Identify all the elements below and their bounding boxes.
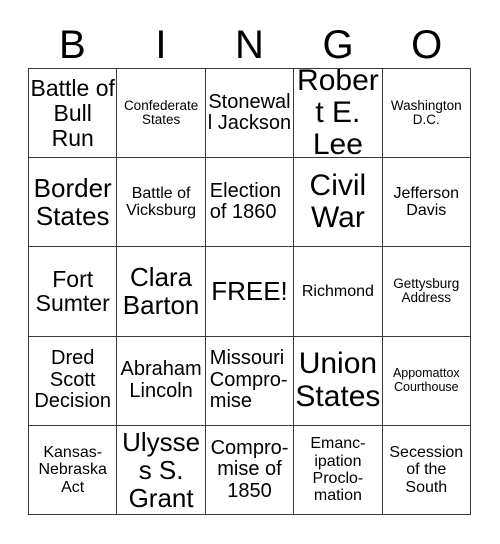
bingo-cell[interactable]: Abraham Lincoln bbox=[117, 336, 206, 426]
bingo-header: B I N G O bbox=[28, 22, 471, 68]
bingo-header-letter-b: B bbox=[58, 23, 86, 67]
bingo-cell[interactable]: Election of 1860 bbox=[205, 158, 295, 248]
bingo-grid: Battle of Bull Run Confederate States Ston… bbox=[28, 68, 471, 515]
bingo-cell-label: Emanc- ipation Proclo- mation bbox=[310, 435, 366, 505]
bingo-cell[interactable]: Emanc- ipation Proclo- mation bbox=[294, 425, 383, 515]
bingo-cell-label: Kansas- Nebraska Act bbox=[38, 443, 107, 496]
bingo-cell-free[interactable]: FREE! bbox=[205, 247, 295, 337]
bingo-cell[interactable]: Stonewall Jackson bbox=[205, 69, 295, 159]
bingo-cell-label: Union States bbox=[295, 347, 381, 413]
bingo-cell-label: Battle of Bull Run bbox=[30, 74, 115, 151]
bingo-cell-label: Stonewall Jackson bbox=[207, 90, 292, 135]
bingo-cell-label: Jefferson Davis bbox=[393, 185, 460, 220]
bingo-cell-label: Dred Scott Decision bbox=[34, 347, 112, 413]
bingo-cell-label: Abraham Lincoln bbox=[120, 358, 202, 402]
bingo-cell[interactable]: Dred Scott Decision bbox=[29, 336, 118, 426]
bingo-cell[interactable]: Kansas- Nebraska Act bbox=[29, 425, 118, 515]
bingo-cell-label: Confederate States bbox=[123, 97, 199, 128]
bingo-cell[interactable]: Fort Sumter bbox=[29, 247, 118, 337]
bingo-cell-label: Battle of Vicksburg bbox=[126, 185, 197, 220]
bingo-cell-label: Appomattox Courthouse bbox=[392, 366, 460, 394]
bingo-cell[interactable]: Civil War bbox=[294, 158, 383, 248]
bingo-cell[interactable]: Missouri Compro- mise bbox=[205, 336, 295, 426]
bingo-cell[interactable]: Compro- mise of 1850 bbox=[205, 425, 295, 515]
bingo-cell[interactable]: Border States bbox=[29, 158, 118, 248]
bingo-cell[interactable]: Appomattox Courthouse bbox=[382, 336, 471, 426]
bingo-cell-label: Fort Sumter bbox=[35, 265, 110, 317]
bingo-cell-label: Compro- mise of 1850 bbox=[210, 436, 289, 502]
bingo-cell[interactable]: Ulysses S. Grant bbox=[117, 425, 206, 515]
bingo-cell[interactable]: Richmond bbox=[294, 247, 383, 337]
bingo-cell[interactable]: Gettysburg Address bbox=[382, 247, 471, 337]
bingo-cell-label: Election of 1860 bbox=[209, 179, 281, 224]
bingo-cell-label: Richmond bbox=[301, 282, 374, 300]
bingo-cell-label: Gettysburg Address bbox=[393, 275, 460, 306]
bingo-cell-label: Ulysses S. Grant bbox=[122, 426, 201, 513]
bingo-cell[interactable]: Jefferson Davis bbox=[382, 158, 471, 248]
bingo-cell-label: Washington D.C. bbox=[390, 97, 462, 128]
bingo-cell[interactable]: Union States bbox=[294, 336, 383, 426]
bingo-cell-label: FREE! bbox=[211, 276, 288, 307]
bingo-header-letter-n: N bbox=[235, 23, 264, 67]
bingo-header-letter-i: I bbox=[155, 23, 167, 67]
bingo-cell[interactable]: Battle of Bull Run bbox=[29, 69, 118, 159]
bingo-cell[interactable]: Secession of the South bbox=[382, 425, 471, 515]
bingo-header-letter-o: O bbox=[411, 23, 443, 67]
bingo-cell-label: Robert E. Lee bbox=[297, 69, 379, 159]
bingo-cell[interactable]: Battle of Vicksburg bbox=[117, 158, 206, 248]
bingo-cell-label: Missouri Compro- mise bbox=[209, 347, 288, 413]
bingo-cell[interactable]: Clara Barton bbox=[117, 247, 206, 337]
bingo-cell-label: Border States bbox=[33, 173, 112, 232]
bingo-cell[interactable]: Confederate States bbox=[117, 69, 206, 159]
bingo-cell[interactable]: Washington D.C. bbox=[382, 69, 471, 159]
bingo-cell-label: Secession of the South bbox=[389, 443, 464, 496]
bingo-card: B I N G O Battle of Bull Run Confederate … bbox=[0, 0, 500, 544]
bingo-cell-label: Civil War bbox=[309, 168, 367, 235]
bingo-header-letter-g: G bbox=[322, 23, 354, 67]
bingo-cell[interactable]: Robert E. Lee bbox=[294, 69, 383, 159]
bingo-cell-label: Clara Barton bbox=[122, 262, 200, 321]
